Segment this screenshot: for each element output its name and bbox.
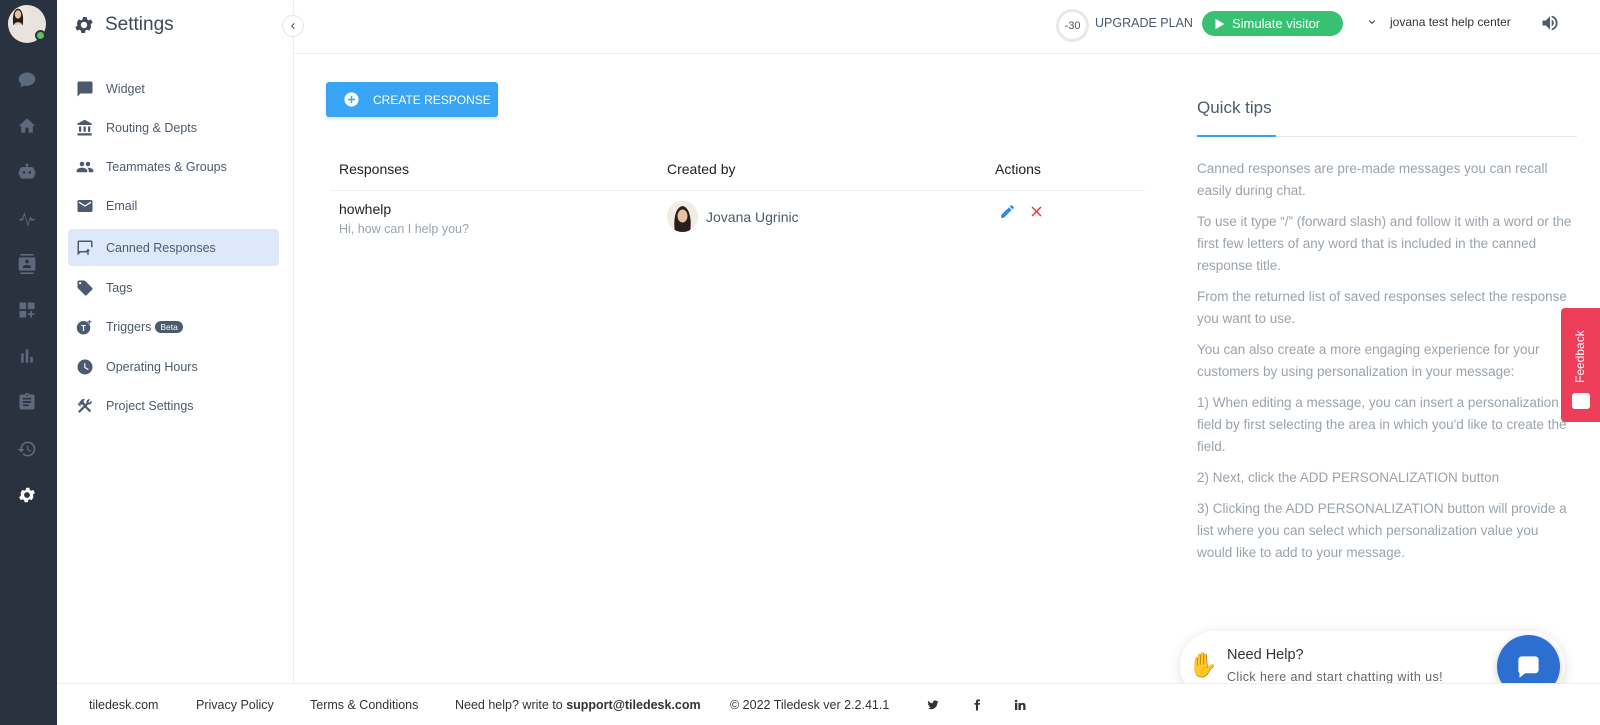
envelope-icon xyxy=(77,199,93,212)
tag-icon xyxy=(77,280,93,295)
settings-title: Settings xyxy=(105,14,174,35)
feedback-label: Feedback xyxy=(1573,330,1587,383)
activity-icon[interactable] xyxy=(16,207,38,229)
people-icon xyxy=(76,161,94,172)
chat-square-icon xyxy=(77,81,93,96)
edit-response-button[interactable] xyxy=(999,203,1016,225)
nav-item-label: Email xyxy=(106,198,138,213)
tip-paragraph: From the returned list of saved response… xyxy=(1197,289,1567,326)
chat-icon xyxy=(1518,656,1539,678)
twitter-icon[interactable] xyxy=(927,699,939,714)
gear-icon xyxy=(75,17,93,33)
nav-item-label: Tags xyxy=(106,280,133,295)
nav-item-triggers[interactable]: T Triggers Beta xyxy=(68,308,279,345)
column-header-created-by: Created by xyxy=(667,161,736,177)
simulate-visitor-button[interactable]: Simulate visitor xyxy=(1202,11,1343,36)
tip-paragraph: You can also create a more engaging expe… xyxy=(1197,342,1540,379)
need-help-title: Need Help? xyxy=(1227,647,1304,663)
response-title: howhelp xyxy=(339,201,392,217)
nav-item-label: Routing & Depts xyxy=(106,120,198,135)
home-icon[interactable] xyxy=(16,115,38,137)
nav-item-project-settings[interactable]: Project Settings xyxy=(68,387,279,424)
tip-paragraph: To use it type “/” (forward slash) and f… xyxy=(1197,214,1572,273)
nav-item-email[interactable]: Email xyxy=(68,187,279,224)
chevron-down-icon xyxy=(1369,20,1375,24)
quick-tips-body: Canned responses are pre-made messages y… xyxy=(1197,158,1577,573)
footer-copyright: © 2022 Tiledesk ver 2.2.41.1 xyxy=(730,698,890,712)
footer-site-link[interactable]: tiledesk.com xyxy=(89,698,158,712)
footer-support-email[interactable]: support@tiledesk.com xyxy=(566,698,700,712)
column-header-actions: Actions xyxy=(995,161,1041,177)
need-help-subtitle: Click here and start chatting with us! xyxy=(1227,670,1443,684)
footer: tiledesk.com Privacy Policy Terms & Cond… xyxy=(57,683,1600,725)
nav-item-label: Teammates & Groups xyxy=(106,159,227,174)
canned-response-icon xyxy=(77,240,93,255)
nav-item-operating-hours[interactable]: Operating Hours xyxy=(68,348,279,385)
footer-help: Need help? write to support@tiledesk.com xyxy=(455,698,701,712)
online-status-dot xyxy=(35,30,46,41)
tip-paragraph: Canned responses are pre-made messages y… xyxy=(1197,161,1548,198)
settings-header: Settings xyxy=(73,14,174,36)
nav-item-tags[interactable]: Tags xyxy=(68,269,279,306)
clipboard-icon[interactable] xyxy=(16,391,38,413)
plus-circle-icon xyxy=(344,92,359,107)
table-divider xyxy=(330,190,1145,191)
delete-response-button[interactable] xyxy=(1028,203,1045,225)
create-response-label: CREATE RESPONSE xyxy=(373,92,491,107)
footer-help-prefix: Need help? write to xyxy=(455,698,563,712)
nav-item-widget[interactable]: Widget xyxy=(68,70,279,107)
bot-icon[interactable] xyxy=(16,161,38,183)
beta-badge: Beta xyxy=(155,320,183,333)
footer-terms-link[interactable]: Terms & Conditions xyxy=(310,698,418,712)
nav-item-label: Project Settings xyxy=(106,398,194,413)
nav-item-label: Triggers xyxy=(106,319,152,334)
nav-item-teammates[interactable]: Teammates & Groups xyxy=(68,148,279,185)
tip-paragraph: 1) When editing a message, you can inser… xyxy=(1197,395,1567,454)
nav-item-label: Widget xyxy=(106,81,145,96)
tip-paragraph: 3) Clicking the ADD PERSONALIZATION butt… xyxy=(1197,501,1567,560)
svg-text:T: T xyxy=(81,323,86,332)
nav-item-canned-responses[interactable]: Canned Responses xyxy=(68,229,279,266)
linkedin-icon[interactable] xyxy=(1014,699,1026,714)
facebook-icon[interactable] xyxy=(971,699,983,714)
settings-gear-icon[interactable] xyxy=(16,484,38,506)
clock-icon xyxy=(77,359,93,374)
chat-bubble-icon[interactable] xyxy=(16,69,38,91)
project-name: jovana test help center xyxy=(1390,15,1511,29)
nav-item-label: Operating Hours xyxy=(106,359,198,374)
upgrade-plan-link[interactable]: UPGRADE PLAN xyxy=(1095,16,1193,30)
creator-name: Jovana Ugrinic xyxy=(706,208,799,225)
bank-icon xyxy=(77,119,92,135)
trial-days-counter: -30 xyxy=(1056,9,1089,42)
analytics-icon[interactable] xyxy=(16,345,38,367)
project-selector[interactable]: jovana test help center xyxy=(1366,15,1511,29)
response-text: Hi, how can I help you? xyxy=(339,222,469,236)
tip-paragraph: 2) Next, click the ADD PERSONALIZATION b… xyxy=(1197,470,1500,485)
waving-hand-icon: ✋ xyxy=(1188,652,1218,679)
nav-item-label: Canned Responses xyxy=(106,240,216,255)
feedback-smile-icon xyxy=(1572,393,1590,409)
simulate-visitor-label: Simulate visitor xyxy=(1232,16,1321,31)
close-icon xyxy=(1031,206,1042,217)
footer-privacy-link[interactable]: Privacy Policy xyxy=(196,698,274,712)
pencil-icon xyxy=(1001,205,1014,218)
sound-toggle[interactable] xyxy=(1540,13,1560,38)
contacts-icon[interactable] xyxy=(16,253,38,275)
app-rail xyxy=(0,0,57,725)
quick-tips-underline xyxy=(1197,135,1276,137)
create-response-button[interactable]: CREATE RESPONSE xyxy=(326,82,498,117)
triggers-icon: T xyxy=(76,319,93,334)
quick-tips-title: Quick tips xyxy=(1197,98,1272,117)
creator-cell: Jovana Ugrinic xyxy=(667,201,799,232)
nav-item-routing[interactable]: Routing & Depts xyxy=(68,109,279,146)
apps-icon[interactable] xyxy=(16,299,38,321)
tools-icon xyxy=(77,398,92,413)
feedback-tab[interactable]: Feedback xyxy=(1561,308,1600,422)
settings-sidebar: Settings Widget Routing & Depts Teammate… xyxy=(57,0,304,683)
column-header-responses: Responses xyxy=(339,161,410,177)
play-icon xyxy=(1215,18,1225,29)
creator-avatar xyxy=(667,201,698,232)
history-icon[interactable] xyxy=(16,438,38,460)
speaker-icon xyxy=(1542,15,1558,31)
